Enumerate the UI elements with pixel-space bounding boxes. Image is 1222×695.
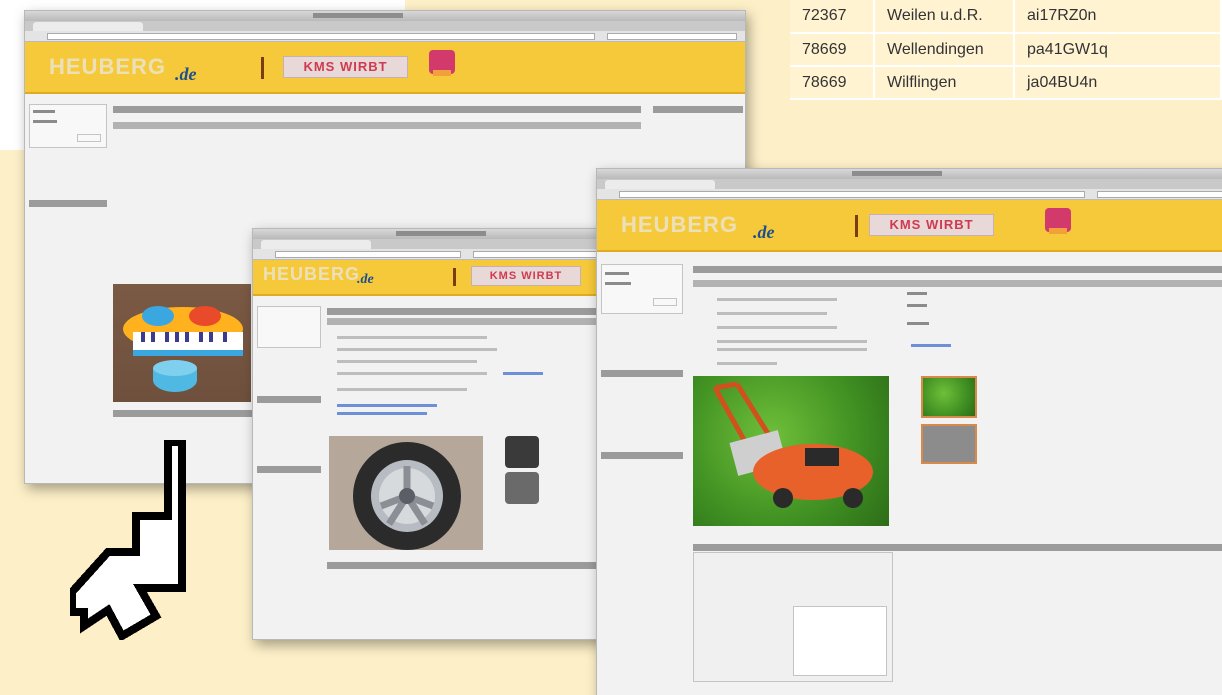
code-row: 78669 Wilflingen ja04BU4n <box>790 66 1222 100</box>
site-banner: HEUBERG .de KMS WIRBT <box>597 200 1222 252</box>
site-logo-suffix: .de <box>753 222 775 242</box>
access-code-cell: ja04BU4n <box>1014 66 1222 100</box>
site-logo[interactable]: HEUBERG <box>621 212 738 238</box>
postal-code-table: 72367 Weilen u.d.R. ai17RZ0n 78669 Wellendin… <box>790 0 1222 100</box>
toy-keyboard-image <box>123 306 243 392</box>
town-cell: Wellendingen <box>874 33 1015 67</box>
title-bar <box>253 229 611 239</box>
toy-keyboard-photo <box>113 284 251 402</box>
site-logo-suffix: .de <box>357 272 374 287</box>
site-logo-suffix: .de <box>175 64 197 84</box>
ad-logo <box>1045 208 1071 234</box>
title-bar <box>25 11 745 21</box>
site-banner: HEUBERG .de KMS WIRBT <box>253 260 611 296</box>
town-cell: Weilen u.d.R. <box>874 0 1015 34</box>
lawnmower-photo <box>693 376 889 526</box>
code-row: 78669 Wellendingen pa41GW1q <box>790 33 1222 67</box>
address-bar[interactable] <box>597 189 1222 200</box>
code-row: 72367 Weilen u.d.R. ai17RZ0n <box>790 0 1222 34</box>
address-bar[interactable] <box>253 249 611 260</box>
title-bar <box>597 169 1222 179</box>
site-logo[interactable]: HEUBERG <box>263 264 360 285</box>
tab-bar <box>253 239 611 249</box>
lawnmower-thumb-2[interactable] <box>921 424 977 464</box>
postal-code-cell: 78669 <box>790 33 875 67</box>
lawnmower-thumb-1[interactable] <box>921 376 977 418</box>
site-banner: HEUBERG .de KMS WIRBT <box>25 42 745 94</box>
tab-bar <box>597 179 1222 189</box>
tire-thumb-1[interactable] <box>505 436 539 468</box>
access-code-cell: pa41GW1q <box>1014 33 1222 67</box>
tab-bar <box>25 21 745 31</box>
tire-thumb-2[interactable] <box>505 472 539 504</box>
mouse-cursor-icon <box>70 440 186 640</box>
town-cell: Wilflingen <box>874 66 1015 100</box>
postal-code-cell: 72367 <box>790 0 875 34</box>
site-logo[interactable]: HEUBERG <box>49 54 166 80</box>
tire-image <box>353 442 461 550</box>
code-table-body: 72367 Weilen u.d.R. ai17RZ0n 78669 Wellendin… <box>790 0 1222 100</box>
message-field[interactable] <box>793 606 887 676</box>
login-button[interactable] <box>653 298 677 306</box>
browser-tab[interactable] <box>33 22 143 31</box>
ad-banner[interactable]: KMS WIRBT <box>471 266 581 286</box>
browser-window-lawnmower: HEUBERG .de KMS WIRBT <box>596 168 1222 695</box>
browser-window-tires: HEUBERG .de KMS WIRBT <box>252 228 612 640</box>
ad-logo <box>429 50 455 76</box>
login-button[interactable] <box>77 134 101 142</box>
tire-photo <box>329 436 483 550</box>
access-code-cell: ai17RZ0n <box>1014 0 1222 34</box>
address-bar[interactable] <box>25 31 745 42</box>
postal-code-cell: 78669 <box>790 66 875 100</box>
ad-banner[interactable]: KMS WIRBT <box>869 214 994 236</box>
browser-tab[interactable] <box>261 240 371 249</box>
lawnmower-image <box>712 381 873 508</box>
browser-tab[interactable] <box>605 180 715 189</box>
login-box <box>257 306 321 348</box>
ad-banner[interactable]: KMS WIRBT <box>283 56 408 78</box>
